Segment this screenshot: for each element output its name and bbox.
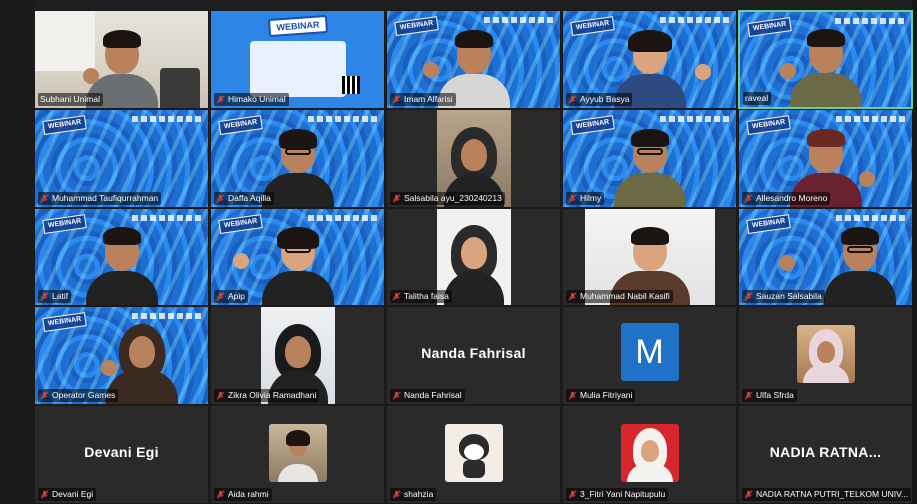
participant-name-label: 3_Fitri Yani Napitupulu (566, 487, 669, 501)
participant-name-label: Imam Alfarisi (390, 92, 456, 106)
avatar (796, 325, 855, 384)
avatar (444, 424, 503, 483)
video-tile[interactable]: Aida rahmi (210, 405, 385, 504)
participant-name-label: Zikra Olivia Ramadhani (214, 389, 320, 403)
mic-muted-icon (744, 194, 753, 203)
mic-muted-icon (216, 292, 225, 301)
participant-display-name: Devani Egi (84, 444, 159, 461)
participant-display-name: Nanda Fahrisal (421, 345, 526, 362)
avatar: M (620, 323, 679, 382)
video-tile[interactable]: WEBINAR Latif (34, 207, 209, 307)
mic-muted-icon (40, 194, 49, 203)
participant-name-label: Ulfa Sfrda (742, 389, 797, 403)
video-tile[interactable]: WEBINAR Hilmy (562, 108, 737, 208)
participant-name-label: Hilmy (566, 191, 605, 205)
video-tile[interactable]: WEBINAR Muhammad Taufiqurrahman (34, 108, 209, 208)
video-tile[interactable]: Subhani Unimal (34, 10, 209, 109)
participant-video (85, 227, 158, 306)
participant-name-label: shahzia (390, 487, 437, 501)
mic-muted-icon (40, 292, 49, 301)
video-tile[interactable]: WEBINAR Imam Alfarisi (386, 10, 561, 109)
gallery-view: Subhani Unimal WEBINAR Himako Unimal WEB… (34, 10, 913, 504)
participant-name-label: Mulia Fitriyani (566, 389, 636, 403)
video-tile-active-speaker[interactable]: WEBINAR raveal (738, 10, 913, 109)
mic-muted-icon (40, 391, 49, 400)
participant-name-label: Aida rahmi (214, 487, 272, 501)
video-tile[interactable]: WEBINAR Apip (210, 207, 385, 307)
participant-name-label: NADIA RATNA PUTRI_TELKOM UNIV... (742, 487, 912, 501)
video-tile[interactable]: Devani Egi Devani Egi (34, 405, 209, 504)
mic-muted-icon (392, 490, 401, 499)
participant-name-label: Sauzan Salsabila (742, 290, 825, 304)
participant-name-label: Daffa Aqilla (214, 191, 274, 205)
participant-name-label: Talitha faisa (390, 290, 452, 304)
mic-muted-icon (216, 391, 225, 400)
video-tile[interactable]: Muhammad Nabil Kasifi (562, 207, 737, 307)
meeting-stage: Subhani Unimal WEBINAR Himako Unimal WEB… (0, 0, 917, 504)
mic-muted-icon (568, 490, 577, 499)
participant-name-label: Muhammad Nabil Kasifi (566, 290, 673, 304)
participant-video (824, 227, 897, 306)
mic-muted-icon (392, 95, 401, 104)
video-tile[interactable]: Salsabila ayu_230240213 (386, 108, 561, 208)
mic-muted-icon (568, 194, 577, 203)
participant-name-label: Nanda Fahrisal (390, 389, 465, 403)
participant-name-label: Latif (38, 290, 72, 304)
video-tile[interactable]: Nanda Fahrisal Nanda Fahrisal (386, 306, 561, 406)
participant-name-label: Himako Unimal (214, 92, 289, 106)
participant-name-label: Operator Games (38, 389, 119, 403)
video-tile[interactable]: Talitha faisa (386, 207, 561, 307)
avatar (268, 424, 327, 483)
left-margin (0, 0, 34, 504)
mic-muted-icon (744, 391, 753, 400)
mic-muted-icon (216, 194, 225, 203)
qr-code-icon (342, 75, 360, 94)
mic-muted-icon (40, 490, 49, 499)
mic-muted-icon (568, 391, 577, 400)
participant-name-label: Muhammad Taufiqurrahman (38, 191, 162, 205)
mic-muted-icon (568, 292, 577, 301)
mic-muted-icon (392, 292, 401, 301)
video-tile[interactable]: shahzia (386, 405, 561, 504)
participant-video (613, 128, 686, 207)
participant-name-label: Apip (214, 290, 249, 304)
avatar (620, 424, 679, 483)
video-tile[interactable]: M Mulia Fitriyani (562, 306, 737, 406)
participant-display-name: NADIA RATNA... (769, 444, 882, 461)
participant-video (261, 227, 334, 306)
video-tile[interactable]: WEBINAR Daffa Aqilla (210, 108, 385, 208)
video-tile[interactable]: NADIA RATNA... NADIA RATNA PUTRI_TELKOM … (738, 405, 913, 504)
video-tile[interactable]: Zikra Olivia Ramadhani (210, 306, 385, 406)
participant-name-label: Allesandro Moreno (742, 191, 831, 205)
mic-muted-icon (216, 95, 225, 104)
participant-name-label: Subhani Unimal (38, 92, 104, 106)
mic-muted-icon (568, 95, 577, 104)
video-tile[interactable]: WEBINAR Himako Unimal (210, 10, 385, 109)
participant-name-label: Devani Egi (38, 487, 97, 501)
participant-name-label: Ayyub Basya (566, 92, 633, 106)
video-tile[interactable]: WEBINAR Operator Games (34, 306, 209, 406)
video-tile[interactable]: WEBINAR Sauzan Salsabila (738, 207, 913, 307)
mic-muted-icon (744, 490, 753, 499)
video-tile[interactable]: WEBINAR Allesandro Moreno (738, 108, 913, 208)
video-tile[interactable]: WEBINAR Ayyub Basya (562, 10, 737, 109)
participant-video (789, 28, 862, 107)
mic-muted-icon (216, 490, 225, 499)
mic-muted-icon (744, 292, 753, 301)
video-tile[interactable]: Ulfa Sfrda (738, 306, 913, 406)
participant-name-label: raveal (743, 91, 772, 105)
participant-name-label: Salsabila ayu_230240213 (390, 191, 505, 205)
mic-muted-icon (392, 391, 401, 400)
mic-muted-icon (392, 194, 401, 203)
video-tile[interactable]: 3_Fitri Yani Napitupulu (562, 405, 737, 504)
